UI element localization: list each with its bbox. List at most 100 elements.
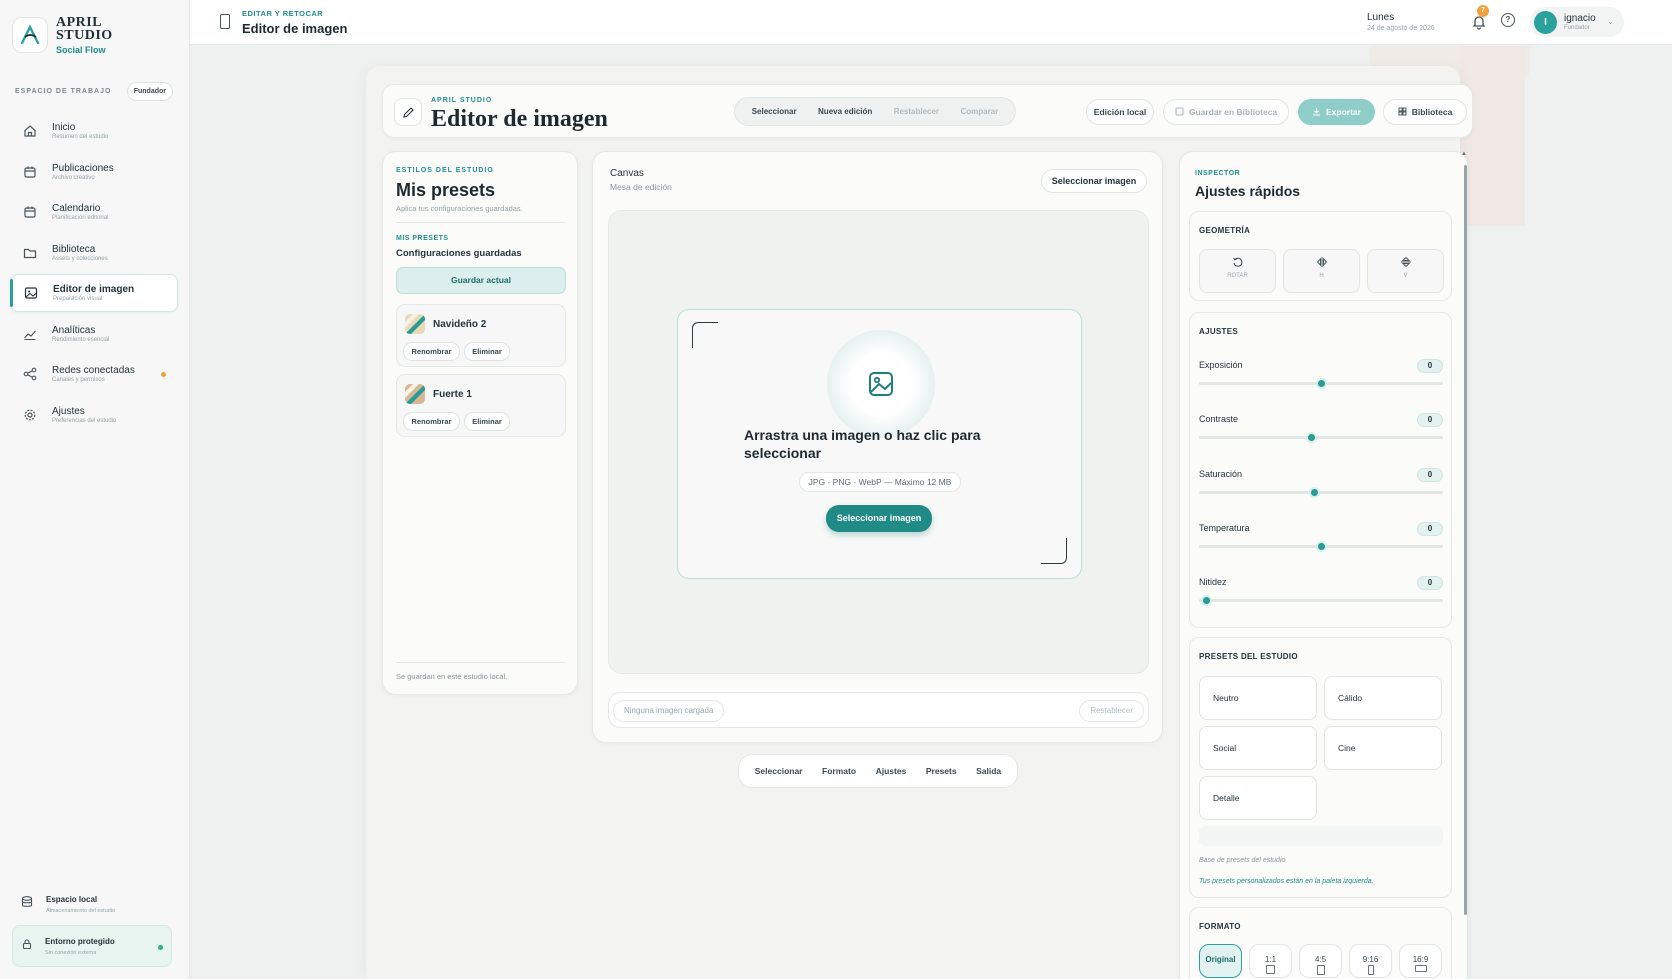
rename-button[interactable]: Renombrar: [403, 342, 460, 361]
format-16-9[interactable]: 16:9: [1399, 944, 1442, 978]
slider-exposicion[interactable]: Exposición 0: [1199, 359, 1443, 408]
sidebar-item-inicio[interactable]: Inicio Resumen del estudio: [10, 112, 178, 150]
scrollbar[interactable]: [1464, 165, 1467, 915]
brand-logo[interactable]: APRIL STUDIO Social Flow: [12, 12, 167, 58]
format-9-16[interactable]: 9:16: [1349, 944, 1392, 978]
sidebar-item-label: Ajustes: [52, 405, 85, 417]
step-salida[interactable]: Salida: [976, 766, 1001, 776]
slider-saturacion[interactable]: Saturación 0: [1199, 468, 1443, 517]
format-label: 16:9: [1412, 955, 1429, 964]
slider-knob[interactable]: [1306, 432, 1318, 443]
preset-cine-button[interactable]: Cine: [1324, 726, 1442, 770]
local-storage-sub: Almacenamiento del estudio: [46, 907, 116, 914]
sidebar-item-calendario[interactable]: Calendario Planificación editorial: [10, 193, 178, 231]
flip-horizontal-button[interactable]: H: [1283, 249, 1360, 293]
tab-seleccionar[interactable]: Seleccionar: [752, 107, 797, 116]
flip-vertical-button[interactable]: V: [1367, 249, 1444, 293]
dropzone-select-button[interactable]: Seleccionar imagen: [826, 505, 932, 532]
workspace-role-badge[interactable]: Fundador: [126, 82, 173, 101]
slider-temperatura[interactable]: Temperatura 0: [1199, 522, 1443, 571]
tab-comparar[interactable]: Comparar: [960, 107, 998, 116]
share-icon: [22, 366, 38, 382]
tab-nueva-edicion[interactable]: Nueva edición: [818, 107, 872, 116]
slider-knob[interactable]: [1308, 487, 1320, 498]
sidebar-item-sub: Preferencias del estudio: [52, 417, 117, 424]
preset-detalle-button[interactable]: Detalle: [1199, 776, 1317, 820]
slider-contraste[interactable]: Contraste 0: [1199, 413, 1443, 462]
sidebar-item-sub: Planificación editorial: [52, 215, 109, 221]
slider-nitidez[interactable]: Nitidez 0: [1199, 576, 1443, 625]
save-library-button[interactable]: Guardar en Biblioteca: [1163, 99, 1289, 125]
sidebar-item-label: Redes conectadas: [52, 365, 135, 376]
editor-header: APRIL STUDIO Editor de imagen Selecciona…: [382, 84, 1473, 138]
slider-track[interactable]: [1199, 436, 1443, 439]
step-ajustes[interactable]: Ajustes: [876, 766, 907, 776]
flip-vertical-icon: [1368, 256, 1443, 270]
step-presets[interactable]: Presets: [926, 766, 957, 776]
format-label: 9:16: [1362, 955, 1379, 964]
protected-env-sub: Sin conexión externa: [45, 949, 97, 956]
sidebar-item-redes[interactable]: Redes conectadas Canales y permisos: [10, 355, 178, 393]
image-dropzone[interactable]: Arrastra una imagen o haz clic para sele…: [677, 309, 1082, 579]
rename-button[interactable]: Renombrar: [403, 412, 460, 431]
local-storage-card[interactable]: Espacio local Almacenamiento del estudio: [12, 883, 172, 925]
sidebar-item-editor-imagen[interactable]: Editor de imagen Preparación visual: [10, 274, 178, 312]
presets-kicker: ESTILOS DEL ESTUDIO: [396, 167, 494, 174]
slider-knob[interactable]: [1201, 595, 1213, 606]
preset-swatch: [405, 314, 425, 334]
reset-button[interactable]: Restablecer: [1079, 700, 1144, 722]
slider-label: Temperatura: [1199, 523, 1250, 533]
preset-card[interactable]: Navideño 2 Renombrar Eliminar: [396, 304, 566, 367]
format-4-5[interactable]: 4:5: [1299, 944, 1342, 978]
select-image-button[interactable]: Seleccionar imagen: [1041, 169, 1147, 193]
format-original[interactable]: Original: [1199, 944, 1242, 978]
scroll-up-icon[interactable]: ▲: [1461, 151, 1467, 157]
local-storage-title: Espacio local: [46, 894, 98, 904]
rotate-button[interactable]: ROTAR: [1199, 249, 1276, 293]
slider-value[interactable]: 0: [1417, 468, 1443, 482]
geometry-section: GEOMETRÍA ROTAR H V: [1189, 211, 1452, 301]
presets-footer: Se guardan en este estudio local.: [396, 672, 508, 681]
slider-track[interactable]: [1199, 599, 1443, 602]
section-title: GEOMETRÍA: [1199, 226, 1251, 235]
delete-button[interactable]: Eliminar: [464, 342, 510, 361]
slider-value[interactable]: 0: [1417, 522, 1443, 536]
sidebar-item-ajustes[interactable]: Ajustes Preferencias del estudio: [10, 396, 178, 434]
tab-restablecer[interactable]: Restablecer: [894, 107, 939, 116]
save-icon: [1175, 107, 1184, 118]
sidebar-item-sub: Rendimiento esencial: [52, 336, 110, 343]
sidebar-item-biblioteca[interactable]: Biblioteca Assets y colecciones: [10, 234, 178, 272]
format-1-1[interactable]: 1:1: [1249, 944, 1292, 978]
slider-value[interactable]: 0: [1417, 576, 1443, 590]
library-button[interactable]: Biblioteca: [1383, 99, 1467, 125]
slider-value[interactable]: 0: [1417, 413, 1443, 427]
local-edit-button[interactable]: Edición local: [1086, 99, 1154, 125]
device-icon: [220, 14, 230, 29]
crop-corner: [692, 322, 718, 348]
slider-value[interactable]: 0: [1417, 359, 1443, 373]
preset-neutro-button[interactable]: Neutro: [1199, 676, 1317, 720]
help-icon[interactable]: ?: [1501, 13, 1515, 27]
sidebar-item-publicaciones[interactable]: Publicaciones Archivo creativo: [10, 153, 178, 191]
delete-button[interactable]: Eliminar: [464, 412, 510, 431]
sidebar-item-label: Editor de imagen: [53, 284, 135, 295]
slider-knob[interactable]: [1316, 541, 1327, 552]
image-icon: [859, 362, 903, 406]
step-seleccionar[interactable]: Seleccionar: [755, 766, 803, 776]
protected-env-card[interactable]: Entorno protegido Sin conexión externa: [12, 925, 172, 967]
preset-social-button[interactable]: Social: [1199, 726, 1317, 770]
preset-calido-button[interactable]: Cálido: [1324, 676, 1442, 720]
user-menu[interactable]: I ignacio Fundador ⌄: [1530, 7, 1624, 37]
sidebar-item-analiticas[interactable]: Analíticas Rendimiento esencial: [10, 315, 178, 353]
section-title: AJUSTES: [1199, 327, 1238, 336]
slider-knob[interactable]: [1316, 378, 1327, 389]
presets-hint: Tus presets personalizados están en la p…: [1199, 878, 1374, 885]
export-button[interactable]: Exportar: [1298, 99, 1375, 125]
sidebar: APRIL STUDIO Social Flow ESPACIO DE TRAB…: [0, 0, 190, 979]
slider-track[interactable]: [1199, 491, 1443, 494]
pen-icon: [394, 98, 422, 126]
step-formato[interactable]: Formato: [822, 766, 856, 776]
divider: [396, 222, 566, 223]
save-current-button[interactable]: Guardar actual: [396, 267, 566, 294]
preset-card[interactable]: Fuerte 1 Renombrar Eliminar: [396, 374, 566, 437]
